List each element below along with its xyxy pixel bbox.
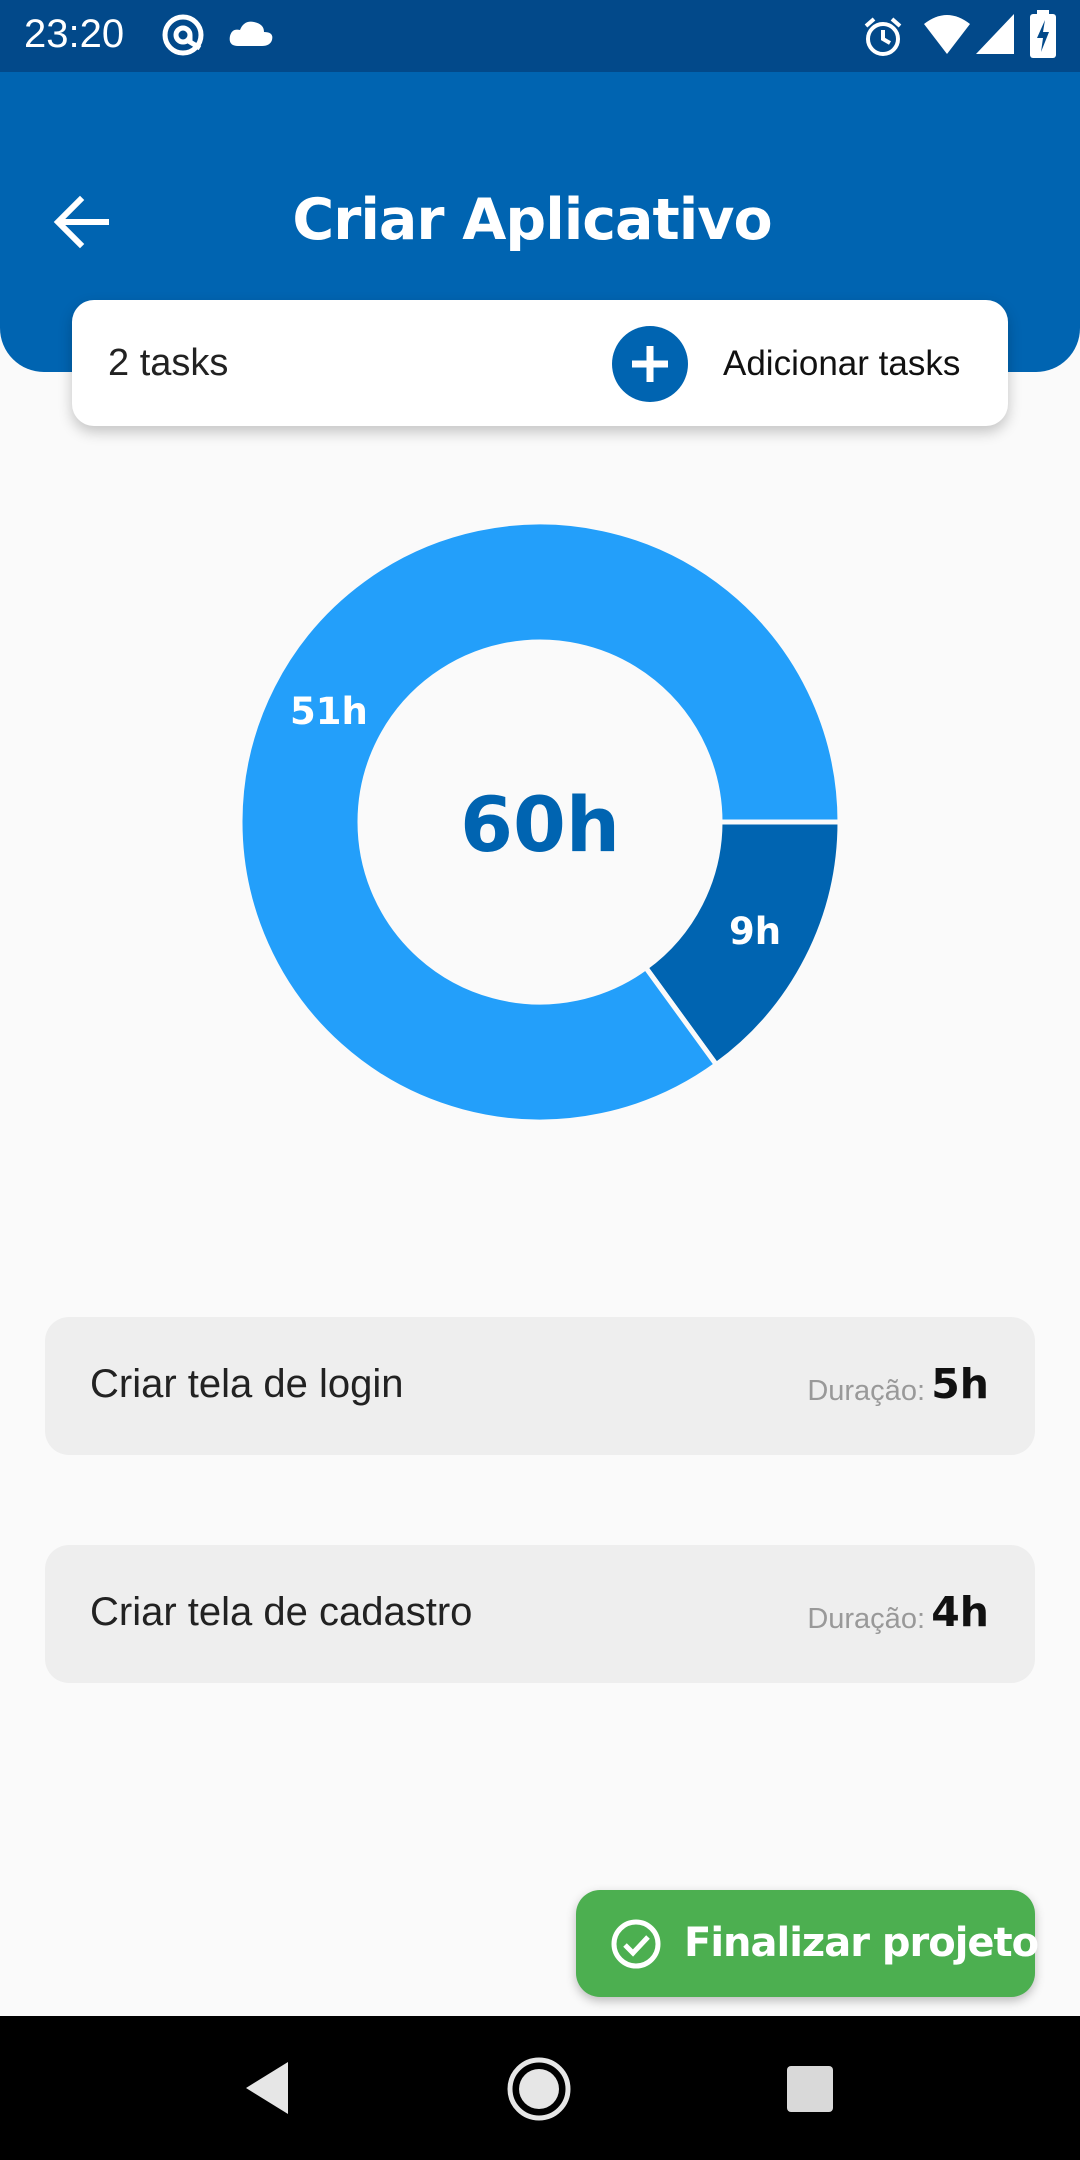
duration-value: 5h [931, 1360, 989, 1408]
home-circle-icon[interactable] [506, 2056, 572, 2122]
back-triangle-icon[interactable] [244, 2060, 290, 2116]
finish-project-button[interactable]: Finalizar projeto [576, 1890, 1039, 1997]
navigation-bar [0, 2016, 1080, 2160]
recents-square-icon[interactable] [787, 2066, 833, 2112]
task-row[interactable]: Criar tela de cadastro Duração: 4h [45, 1545, 1035, 1683]
slice-label-51h: 51h [290, 690, 368, 733]
duration-value: 4h [931, 1588, 989, 1636]
slice-label-9h: 9h [729, 910, 782, 953]
duration-label: Duração: [807, 1375, 925, 1407]
task-name: Criar tela de login [90, 1362, 404, 1406]
duration-label: Duração: [807, 1603, 925, 1635]
chart-total-label: 60h [460, 780, 620, 869]
finish-project-label: Finalizar projeto [684, 1920, 1039, 1966]
task-name: Criar tela de cadastro [90, 1590, 473, 1634]
check-circle-icon [611, 1919, 661, 1969]
hours-donut-chart [237, 519, 843, 1125]
task-row[interactable]: Criar tela de login Duração: 5h [45, 1317, 1035, 1455]
